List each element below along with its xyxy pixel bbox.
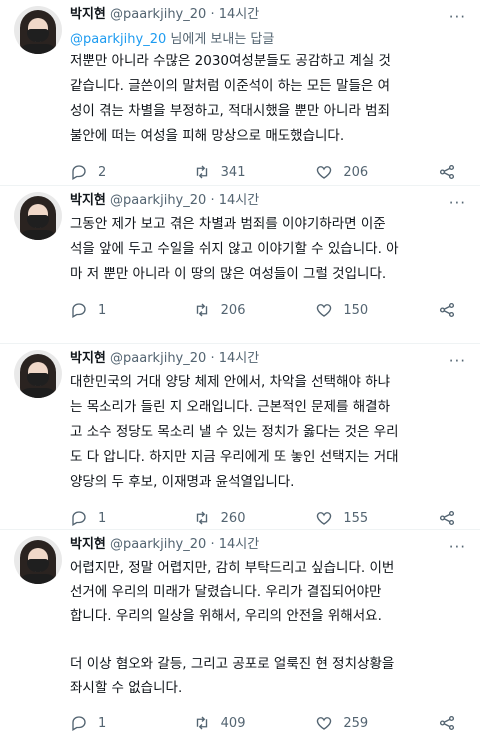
more-icon[interactable]: ··· — [449, 194, 466, 212]
author-handle[interactable]: @paarkjihy_20 — [110, 193, 206, 208]
tweet-text: 어렵지만, 정말 어렵지만, 감히 부탁드리고 싶습니다. 이번 선거에 우리의… — [70, 560, 395, 696]
tweet-header: 박지현 @paarkjihy_20 · 14시간 — [70, 6, 468, 24]
avatar-column — [14, 350, 70, 529]
retweet-count: 341 — [220, 164, 246, 180]
tweet-text: 대한민국의 거대 양당 체제 안에서, 차악을 선택해야 하냐 는 목소리가 들… — [70, 374, 399, 490]
avatar-column — [14, 6, 70, 185]
retweet-icon — [196, 165, 207, 179]
reply-count: 1 — [98, 302, 107, 318]
retweet-icon — [196, 511, 207, 525]
avatar-column — [14, 192, 70, 343]
more-icon[interactable]: ··· — [449, 352, 466, 370]
share-icon — [439, 715, 455, 731]
tweet-thread: 박지현 @paarkjihy_20 · 14시간 @paarkjihy_20 님… — [0, 0, 480, 744]
more-icon[interactable]: ··· — [449, 538, 466, 556]
separator-dot: · — [210, 193, 215, 208]
share-icon — [439, 510, 455, 526]
author-name[interactable]: 박지현 — [70, 193, 106, 208]
tweet-actions: 1 206 150 — [70, 293, 468, 327]
timestamp[interactable]: 14시간 — [219, 193, 259, 208]
reply-button[interactable]: 2 — [70, 163, 150, 181]
tweet-header: 박지현 @paarkjihy_20 · 14시간 — [70, 192, 468, 210]
avatar-column — [14, 536, 70, 744]
reply-count: 2 — [98, 164, 107, 180]
like-button[interactable]: 150 — [315, 301, 395, 319]
timestamp[interactable]: 14시간 — [219, 537, 259, 552]
timestamp[interactable]: 14시간 — [219, 351, 259, 366]
share-button[interactable] — [438, 509, 456, 527]
reply-icon — [72, 511, 86, 526]
author-handle[interactable]: @paarkjihy_20 — [110, 7, 206, 22]
separator-dot: · — [210, 537, 215, 552]
reply-button[interactable]: 1 — [70, 714, 150, 732]
tweet-content: 박지현 @paarkjihy_20 · 14시간 대한민국의 거대 양당 체제 … — [70, 350, 468, 529]
tweet-text: 그동안 제가 보고 겪은 차별과 범죄를 이야기하라면 이준 석을 앞에 두고 … — [70, 216, 399, 282]
share-button[interactable] — [438, 714, 456, 732]
reply-count: 1 — [98, 715, 107, 731]
retweet-button[interactable]: 260 — [193, 509, 273, 527]
retweet-button[interactable]: 409 — [193, 714, 273, 732]
tweet-text: 저뿐만 아니라 수많은 2030여성분들도 공감하고 계실 것 같습니다. 글쓴… — [70, 53, 391, 144]
tweet-content: 박지현 @paarkjihy_20 · 14시간 어렵지만, 정말 어렵지만, … — [70, 536, 468, 744]
reply-icon — [72, 165, 86, 180]
tweet-header: 박지현 @paarkjihy_20 · 14시간 — [70, 536, 468, 554]
tweet[interactable]: 박지현 @paarkjihy_20 · 14시간 그동안 제가 보고 겪은 차별… — [0, 186, 480, 344]
tweet[interactable]: 박지현 @paarkjihy_20 · 14시간 대한민국의 거대 양당 체제 … — [0, 344, 480, 530]
share-button[interactable] — [438, 301, 456, 319]
reply-button[interactable]: 1 — [70, 509, 150, 527]
author-name[interactable]: 박지현 — [70, 7, 106, 22]
heart-icon — [317, 166, 332, 179]
tweet[interactable]: 박지현 @paarkjihy_20 · 14시간 어렵지만, 정말 어렵지만, … — [0, 530, 480, 744]
avatar[interactable] — [14, 350, 62, 398]
tweet-header: 박지현 @paarkjihy_20 · 14시간 — [70, 350, 468, 368]
reply-suffix: 님에게 보내는 답글 — [166, 32, 275, 47]
avatar[interactable] — [14, 536, 62, 584]
timestamp[interactable]: 14시간 — [219, 7, 259, 22]
heart-icon — [317, 512, 332, 525]
separator-dot: · — [210, 7, 215, 22]
heart-icon — [317, 304, 332, 317]
avatar[interactable] — [14, 6, 62, 54]
reply-count: 1 — [98, 510, 107, 526]
tweet-actions: 2 341 206 — [70, 155, 468, 189]
tweet-content: 박지현 @paarkjihy_20 · 14시간 @paarkjihy_20 님… — [70, 6, 468, 185]
like-button[interactable]: 155 — [315, 509, 395, 527]
tweet-content: 박지현 @paarkjihy_20 · 14시간 그동안 제가 보고 겪은 차별… — [70, 192, 468, 343]
retweet-icon — [196, 303, 207, 317]
retweet-count: 409 — [220, 715, 246, 731]
retweet-icon — [196, 716, 207, 730]
author-handle[interactable]: @paarkjihy_20 — [110, 537, 206, 552]
like-button[interactable]: 206 — [315, 163, 395, 181]
like-count: 206 — [343, 164, 369, 180]
share-icon — [439, 164, 455, 180]
heart-icon — [317, 717, 332, 730]
reply-mention[interactable]: @paarkjihy_20 — [70, 32, 166, 47]
like-count: 150 — [343, 302, 369, 318]
tweet[interactable]: 박지현 @paarkjihy_20 · 14시간 @paarkjihy_20 님… — [0, 0, 480, 186]
separator-dot: · — [210, 351, 215, 366]
retweet-button[interactable]: 206 — [193, 301, 273, 319]
retweet-count: 206 — [220, 302, 246, 318]
retweet-count: 260 — [220, 510, 246, 526]
reply-button[interactable]: 1 — [70, 301, 150, 319]
reply-icon — [72, 303, 86, 318]
retweet-button[interactable]: 341 — [193, 163, 273, 181]
share-icon — [439, 302, 455, 318]
more-icon[interactable]: ··· — [449, 8, 466, 26]
avatar[interactable] — [14, 192, 62, 240]
like-count: 155 — [343, 510, 369, 526]
author-name[interactable]: 박지현 — [70, 351, 106, 366]
reply-icon — [72, 716, 86, 731]
author-name[interactable]: 박지현 — [70, 537, 106, 552]
author-handle[interactable]: @paarkjihy_20 — [110, 351, 206, 366]
tweet-actions: 1 409 259 — [70, 706, 468, 740]
like-button[interactable]: 259 — [315, 714, 395, 732]
like-count: 259 — [343, 715, 369, 731]
share-button[interactable] — [438, 163, 456, 181]
reply-context: @paarkjihy_20 님에게 보내는 답글 — [70, 28, 468, 47]
